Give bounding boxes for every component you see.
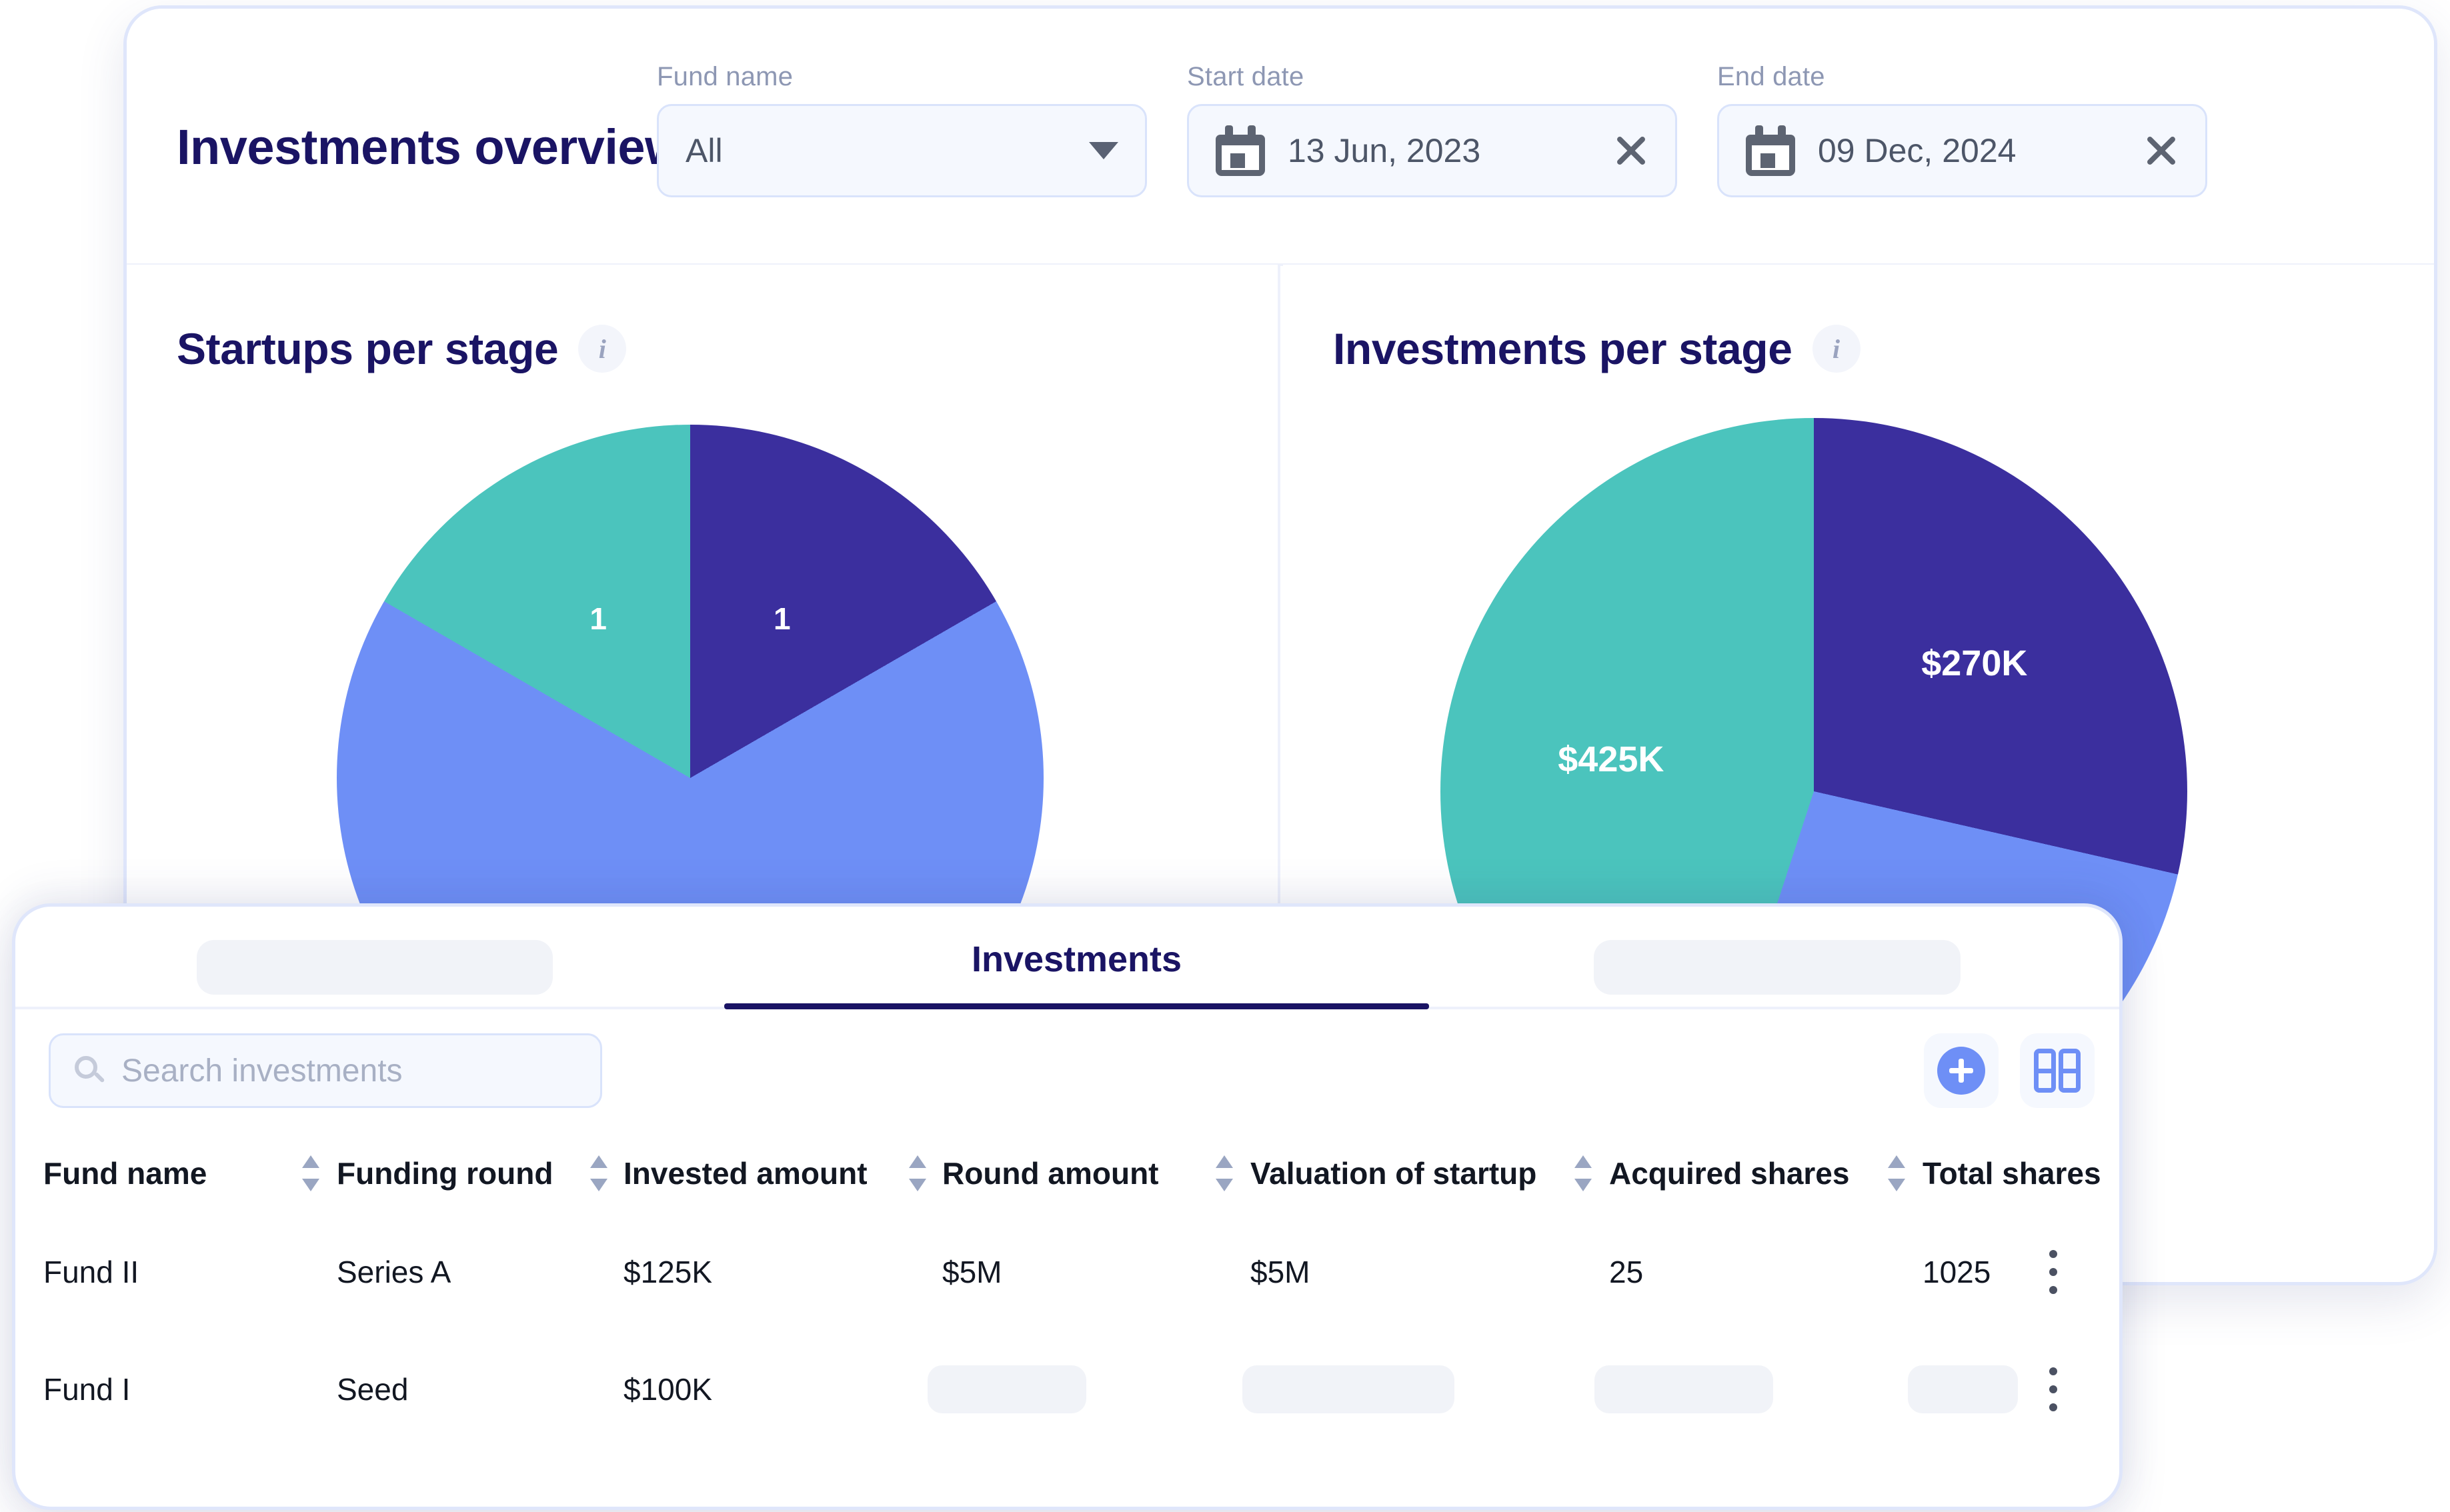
start-date-label: Start date xyxy=(1187,62,1304,91)
sort-icon[interactable] xyxy=(1574,1155,1592,1191)
cell-skeleton-valuation-of-startup xyxy=(1242,1365,1454,1413)
search-icon xyxy=(75,1056,105,1085)
close-icon[interactable] xyxy=(2144,133,2179,168)
card-title: Startups per stage xyxy=(177,324,559,373)
card-title: Investments per stage xyxy=(1333,324,1792,373)
cell-skeleton-round-amount xyxy=(928,1365,1086,1413)
end-date-filter: End date 09 Dec, 2024 xyxy=(1717,62,2207,197)
dashboard-header: Investments overview Fund name All Start… xyxy=(127,9,2434,266)
cell-skeleton-total-shares xyxy=(1908,1365,2018,1413)
column-header-invested-amount[interactable]: Invested amount xyxy=(624,1155,868,1191)
sort-icon[interactable] xyxy=(1216,1155,1233,1191)
table-columns-button[interactable] xyxy=(2020,1033,2095,1108)
tab-investments[interactable]: Investments xyxy=(724,939,1429,1007)
card-header: Investments per stage i xyxy=(1333,323,1861,374)
column-header-funding-round[interactable]: Funding round xyxy=(337,1155,553,1191)
end-date-value: 09 Dec, 2024 xyxy=(1818,132,2017,169)
column-header-round-amount[interactable]: Round amount xyxy=(942,1155,1159,1191)
cell-fund-name: Fund II xyxy=(43,1255,139,1289)
calendar-icon xyxy=(1216,125,1265,176)
sort-icon[interactable] xyxy=(909,1155,926,1191)
cell-funding-round: Seed xyxy=(337,1372,409,1407)
column-header-acquired-shares[interactable]: Acquired shares xyxy=(1609,1155,1849,1191)
tab-skeleton-right[interactable] xyxy=(1594,940,1961,995)
cell-invested-amount: $100K xyxy=(624,1372,713,1407)
search-input[interactable]: Search investments xyxy=(49,1033,602,1108)
tab-skeleton-left[interactable] xyxy=(197,940,553,995)
investments-table-window: Investments Search investments Fund name… xyxy=(12,903,2123,1510)
fund-name-select[interactable]: All xyxy=(657,104,1147,197)
column-header-valuation-of-startup[interactable]: Valuation of startup xyxy=(1250,1155,1536,1191)
table-row[interactable]: Fund I Seed $100K xyxy=(15,1331,2119,1448)
sort-icon[interactable] xyxy=(1888,1155,1905,1191)
pie-slice-label: 1 xyxy=(774,601,791,637)
pie-slice-label: $270K xyxy=(1921,643,2028,683)
kebab-menu-icon[interactable] xyxy=(2049,1250,2057,1294)
end-date-input[interactable]: 09 Dec, 2024 xyxy=(1717,104,2207,197)
fund-name-value: All xyxy=(686,132,723,169)
add-investment-button[interactable] xyxy=(1924,1033,1999,1108)
page-title: Investments overview xyxy=(177,119,684,175)
column-header-total-shares[interactable]: Total shares xyxy=(1923,1155,2101,1191)
calendar-icon xyxy=(1746,125,1795,176)
table-columns-icon xyxy=(2034,1049,2081,1093)
table-header-row: Fund name Funding round Invested amount … xyxy=(15,1133,2119,1213)
pie-slice-label: $425K xyxy=(1558,739,1664,779)
plus-circle-icon xyxy=(1937,1047,1985,1095)
info-icon[interactable]: i xyxy=(1812,325,1861,373)
tab-label: Investments xyxy=(971,939,1182,979)
pie-slice-label: 1 xyxy=(589,601,607,637)
start-date-value: 13 Jun, 2023 xyxy=(1288,132,1481,169)
column-header-fund-name[interactable]: Fund name xyxy=(43,1155,207,1191)
info-icon[interactable]: i xyxy=(578,325,627,373)
cell-round-amount: $5M xyxy=(942,1255,1002,1289)
cell-total-shares: 1025 xyxy=(1923,1255,1991,1289)
cell-skeleton-acquired-shares xyxy=(1594,1365,1773,1413)
kebab-menu-icon[interactable] xyxy=(2049,1367,2057,1411)
table-toolbar: Search investments xyxy=(15,1007,2119,1133)
cell-invested-amount: $125K xyxy=(624,1255,713,1289)
investments-table: Fund name Funding round Invested amount … xyxy=(15,1133,2119,1448)
table-row[interactable]: Fund II Series A $125K $5M $5M 25 1025 xyxy=(15,1213,2119,1331)
fund-name-label: Fund name xyxy=(657,62,794,91)
sort-icon[interactable] xyxy=(590,1155,607,1191)
card-header: Startups per stage i xyxy=(177,323,627,374)
cell-fund-name: Fund I xyxy=(43,1372,131,1407)
cell-valuation-of-startup: $5M xyxy=(1250,1255,1310,1289)
fund-name-filter: Fund name All xyxy=(657,62,1147,197)
cell-funding-round: Series A xyxy=(337,1255,451,1289)
cell-acquired-shares: 25 xyxy=(1609,1255,1644,1289)
close-icon[interactable] xyxy=(1614,133,1648,168)
tabs-bar: Investments xyxy=(15,907,2119,1009)
start-date-filter: Start date 13 Jun, 2023 xyxy=(1187,62,1677,197)
chevron-down-icon xyxy=(1089,142,1118,159)
start-date-input[interactable]: 13 Jun, 2023 xyxy=(1187,104,1677,197)
search-placeholder: Search investments xyxy=(121,1053,403,1089)
sort-icon[interactable] xyxy=(302,1155,319,1191)
end-date-label: End date xyxy=(1717,62,1825,91)
